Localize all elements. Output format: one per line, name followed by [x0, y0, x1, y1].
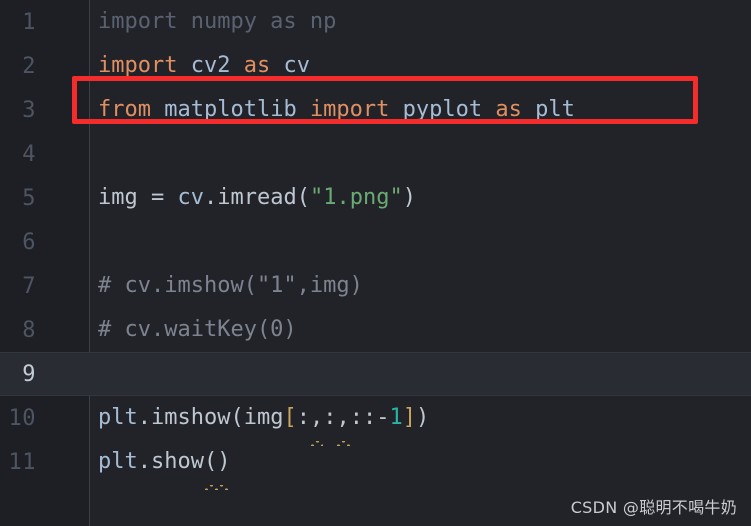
code-line[interactable]: 6 [0, 220, 751, 264]
code-line[interactable]: 10 plt.imshow(img[:,:,::-1]) [0, 396, 751, 446]
line-number[interactable]: 4 [0, 142, 90, 167]
code-line[interactable]: 7 # cv.imshow("1",img) [0, 264, 751, 308]
code-token: img [98, 185, 138, 210]
code-token-warning: , [336, 396, 350, 446]
code-line[interactable]: 2 import cv2 as cv [0, 44, 751, 88]
code-token: pyplot [402, 97, 483, 122]
code-token-warning: , [309, 396, 324, 446]
code-token: import [309, 97, 390, 122]
line-number[interactable]: 6 [0, 230, 90, 255]
line-number[interactable]: 1 [0, 10, 90, 35]
code-token: . [137, 405, 151, 430]
csdn-watermark: CSDN @聪明不喝牛奶 [570, 498, 737, 517]
code-text[interactable]: import numpy as np [90, 0, 751, 44]
code-line[interactable]: 4 [0, 132, 751, 176]
code-text[interactable]: from matplotlib import pyplot as plt [90, 88, 751, 132]
code-token: cv [283, 53, 310, 78]
code-token: ( [230, 405, 244, 430]
code-token: matplotlib [164, 97, 297, 122]
code-token: . [204, 185, 218, 210]
code-token: cv2 [190, 53, 231, 78]
code-token: ( [296, 185, 310, 210]
code-line[interactable]: 3 from matplotlib import pyplot as plt [0, 88, 751, 132]
line-number[interactable]: 8 [0, 318, 90, 343]
code-token: ::- [349, 405, 390, 430]
code-text[interactable]: # cv.imshow("1",img) [90, 264, 751, 308]
code-token: plt [98, 405, 138, 430]
code-line[interactable]: 8 # cv.waitKey(0) [0, 308, 751, 352]
code-token: import numpy as np [98, 9, 337, 34]
code-token: plt [535, 97, 575, 122]
code-token-warning: () [203, 440, 230, 490]
code-token: [ [283, 405, 297, 430]
code-token: 1 [389, 405, 403, 430]
code-line[interactable]: 5 img = cv.imread("1.png") [0, 176, 751, 220]
code-token: # cv.imshow("1",img) [98, 273, 363, 298]
code-token: ] [402, 405, 416, 430]
code-token: ) [415, 405, 430, 430]
code-token: ) [402, 185, 416, 210]
code-surface[interactable]: 1 import numpy as np 2 import cv2 as cv 3 fro… [0, 0, 751, 526]
line-number[interactable]: 11 [0, 450, 90, 475]
code-token: : [296, 405, 310, 430]
code-editor: 1 import numpy as np 2 import cv2 as cv 3 fro… [0, 0, 751, 526]
code-token: import [98, 53, 178, 78]
code-text[interactable]: # cv.waitKey(0) [90, 308, 751, 352]
code-token: imshow [151, 405, 231, 430]
line-number[interactable]: 2 [0, 54, 90, 79]
code-token: cv [177, 185, 205, 210]
code-line[interactable]: 11 plt.show() [0, 440, 751, 490]
code-token: from [98, 97, 151, 122]
code-text[interactable]: img = cv.imread("1.png") [90, 176, 751, 220]
code-line[interactable]: 1 import numpy as np [0, 0, 751, 44]
code-text[interactable]: plt.imshow(img[:,:,::-1]) [90, 396, 751, 446]
code-token: : [323, 405, 337, 430]
line-number[interactable]: 3 [0, 98, 90, 123]
code-token: # cv.waitKey(0) [98, 317, 297, 342]
code-token: show [151, 449, 204, 474]
code-token: as [495, 97, 522, 122]
code-text[interactable]: import cv2 as cv [90, 44, 751, 88]
code-token: plt [98, 449, 138, 474]
code-token: as [243, 53, 271, 78]
code-line-current[interactable]: 9 [0, 352, 751, 396]
code-token: img [243, 405, 284, 430]
code-token: = [137, 185, 178, 210]
line-number[interactable]: 7 [0, 274, 90, 299]
code-token: "1.png" [309, 185, 403, 210]
line-number[interactable]: 9 [0, 362, 90, 387]
code-text[interactable]: plt.show() [90, 440, 751, 490]
code-lines[interactable]: 1 import numpy as np 2 import cv2 as cv 3 fro… [0, 0, 751, 490]
code-token: . [137, 449, 151, 474]
code-token: imread [217, 185, 297, 210]
line-number[interactable]: 10 [0, 406, 90, 431]
line-number[interactable]: 5 [0, 186, 90, 211]
